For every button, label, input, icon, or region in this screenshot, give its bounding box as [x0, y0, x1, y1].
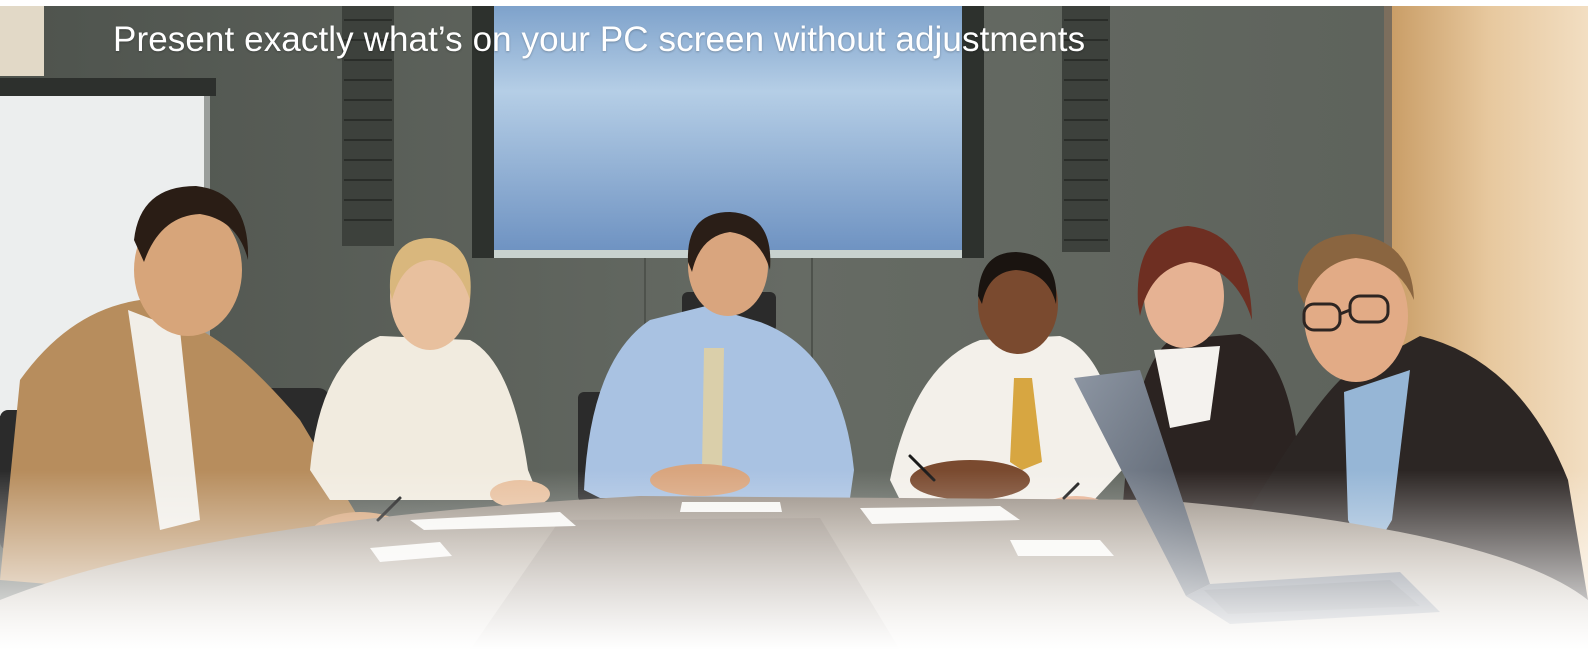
banner: Present exactly what’s on your PC screen…	[0, 0, 1588, 650]
banner-headline: Present exactly what’s on your PC screen…	[113, 20, 1086, 59]
meeting-photo	[0, 0, 1588, 650]
